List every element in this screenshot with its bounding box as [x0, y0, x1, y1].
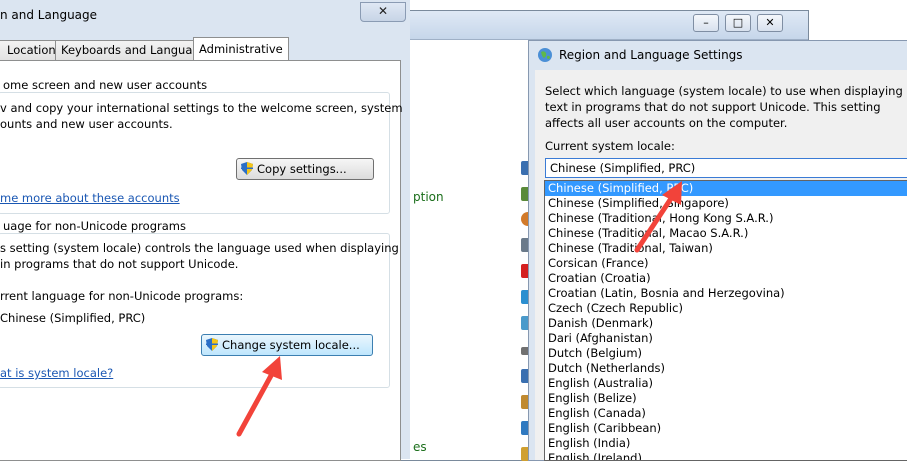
- annotation-arrows: [236, 181, 682, 437]
- annotation-arrow: [236, 356, 282, 437]
- annotation-arrow: [634, 181, 682, 253]
